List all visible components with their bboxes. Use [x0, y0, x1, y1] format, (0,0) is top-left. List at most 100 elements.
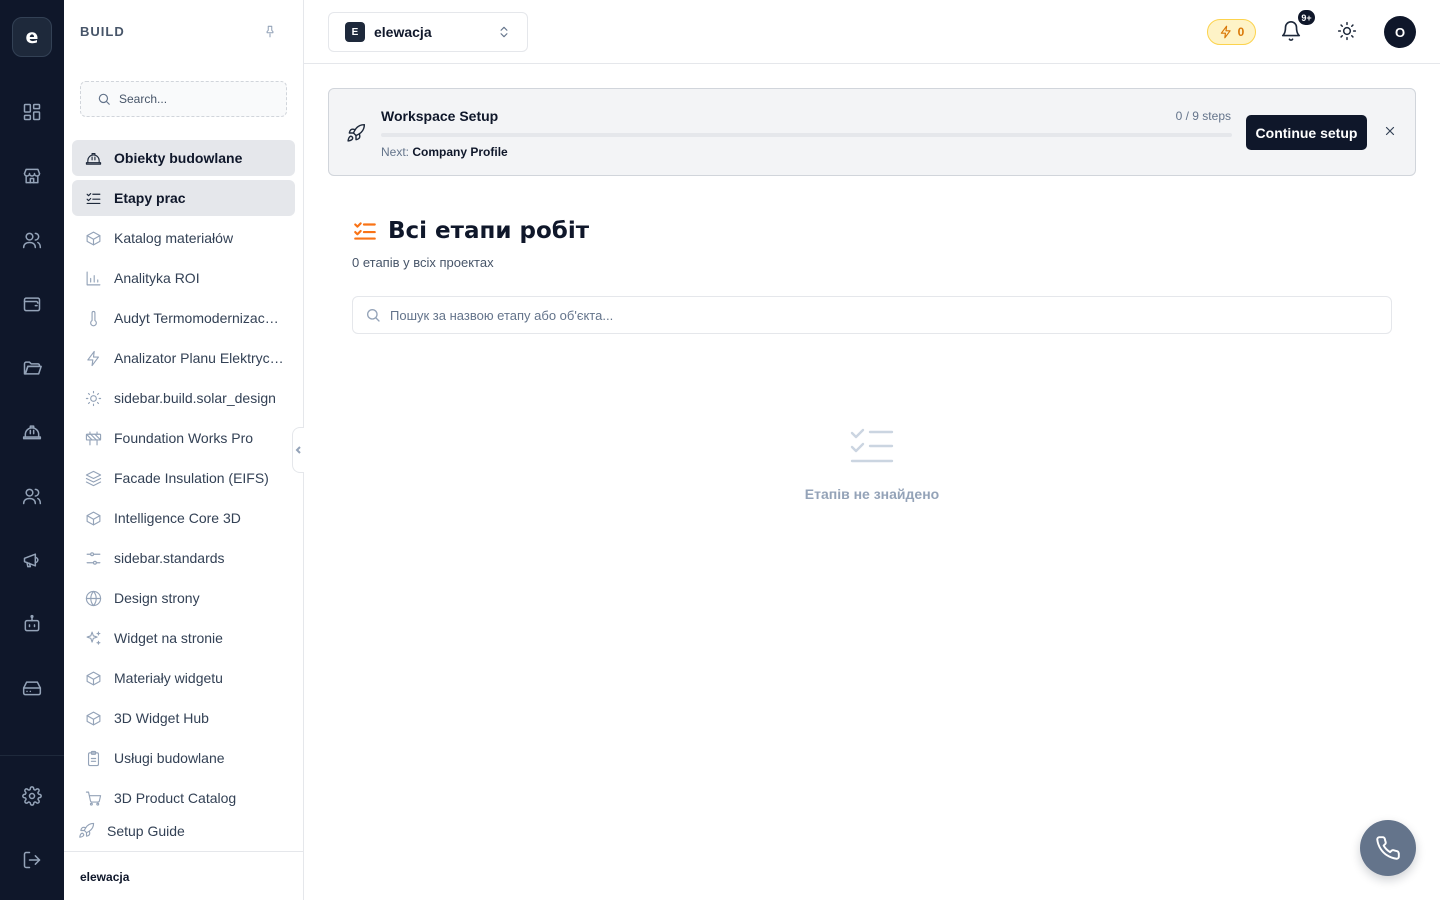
page-header: Всі етапи робіт	[352, 218, 589, 244]
sliders-icon	[84, 549, 102, 567]
sidebar-item-label: Audyt Termomodernizacyjny	[114, 310, 284, 326]
sidebar-item-audyt-termomodernizacyjny[interactable]: Audyt Termomodernizacyjny	[72, 300, 295, 336]
sidebar-item-label: Etapy prac	[114, 190, 186, 206]
sidebar-item-label: Facade Insulation (EIFS)	[114, 470, 269, 486]
sidebar: BUILD Obiekty budowlane Etapy prac Katal…	[64, 0, 304, 900]
hardhat-icon[interactable]	[20, 420, 44, 444]
sidebar-item-analizator-planu-elektrycznego[interactable]: Analizator Planu Elektrycznego	[72, 340, 295, 376]
list-checks-icon	[84, 189, 102, 207]
folder-icon[interactable]	[20, 356, 44, 380]
close-icon[interactable]	[1383, 124, 1399, 140]
bot-icon[interactable]	[20, 612, 44, 636]
page-subtitle: 0 етапів у всіх проектах	[352, 255, 494, 270]
credits-badge[interactable]: 0	[1207, 19, 1256, 45]
sidebar-item-3d-product-catalog[interactable]: 3D Product Catalog	[72, 780, 295, 816]
rocket-icon	[346, 123, 366, 143]
zap-icon	[84, 349, 102, 367]
sidebar-collapse-handle[interactable]	[292, 427, 304, 473]
stages-search[interactable]	[352, 296, 1392, 334]
rocket-icon	[79, 822, 95, 838]
sidebar-item-intelligence-core-3d[interactable]: Intelligence Core 3D	[72, 500, 295, 536]
top-header: E elewacja 0 9+ O	[304, 0, 1440, 64]
list-checks-icon	[354, 222, 376, 240]
logout-icon[interactable]	[20, 848, 44, 872]
sidebar-search-input[interactable]	[119, 92, 269, 106]
app-logo[interactable]: e	[12, 17, 52, 57]
workspace-badge: E	[345, 22, 365, 42]
sidebar-item-materialy-widgetu[interactable]: Materiały widgetu	[72, 660, 295, 696]
box-icon	[84, 229, 102, 247]
setup-guide-label: Setup Guide	[107, 822, 185, 839]
store-icon[interactable]	[20, 164, 44, 188]
empty-state: Етапів не знайдено	[772, 426, 972, 502]
sidebar-item-widget-na-stronie[interactable]: Widget na stronie	[72, 620, 295, 656]
sun-icon	[84, 389, 102, 407]
banner-steps-count: 0 / 9 steps	[1175, 109, 1231, 123]
sidebar-item-label: Foundation Works Pro	[114, 430, 254, 446]
box-icon	[84, 509, 102, 527]
box-icon	[84, 709, 102, 727]
dashboard-icon[interactable]	[20, 100, 44, 124]
stages-search-input[interactable]	[390, 307, 1290, 323]
cart-icon	[84, 789, 102, 807]
rail-divider	[0, 755, 64, 756]
sidebar-item-standards[interactable]: sidebar.standards	[72, 540, 295, 576]
drive-icon[interactable]	[20, 676, 44, 700]
wallet-icon[interactable]	[20, 292, 44, 316]
sidebar-item-label: 3D Product Catalog	[114, 790, 237, 806]
next-step-name: Company Profile	[412, 145, 508, 159]
bar-chart-icon	[84, 269, 102, 287]
sidebar-item-label: Obiekty budowlane	[114, 150, 243, 166]
settings-icon[interactable]	[20, 784, 44, 808]
workspace-selector[interactable]: E elewacja	[328, 12, 528, 52]
sidebar-item-etapy-prac[interactable]: Etapy prac	[72, 180, 295, 216]
sidebar-item-uslugi-budowlane[interactable]: Usługi budowlane	[72, 740, 295, 776]
sidebar-item-design-strony[interactable]: Design strony	[72, 580, 295, 616]
sidebar-item-label: Analizator Planu Elektrycznego	[114, 350, 284, 366]
empty-state-text: Етапів не знайдено	[804, 486, 940, 502]
sidebar-item-solar-design[interactable]: sidebar.build.solar_design	[72, 380, 295, 416]
sidebar-item-analityka-roi[interactable]: Analityka ROI	[72, 260, 295, 296]
banner-title: Workspace Setup	[381, 108, 499, 124]
sidebar-title: BUILD	[80, 24, 125, 39]
sidebar-item-facade-insulation[interactable]: Facade Insulation (EIFS)	[72, 460, 295, 496]
sidebar-item-label: Usługi budowlane	[114, 750, 225, 766]
sun-icon[interactable]	[1337, 21, 1359, 43]
thermometer-icon	[84, 309, 102, 327]
sidebar-item-label: 3D Widget Hub	[114, 710, 209, 726]
search-icon	[367, 309, 380, 322]
clipboard-icon	[84, 749, 102, 767]
layers-icon	[84, 469, 102, 487]
continue-setup-button[interactable]: Continue setup	[1246, 115, 1367, 150]
sidebar-item-label: Intelligence Core 3D	[114, 510, 241, 526]
sidebar-item-label: Widget na stronie	[114, 630, 223, 646]
users-icon[interactable]	[20, 228, 44, 252]
next-prefix: Next:	[381, 145, 410, 159]
sidebar-item-label: Analityka ROI	[114, 270, 200, 286]
workspace-setup-banner: Workspace Setup 0 / 9 steps Next: Compan…	[328, 88, 1416, 176]
setup-guide-link[interactable]: Setup Guide	[78, 822, 185, 839]
icon-rail: e	[0, 0, 64, 900]
notification-count-badge: 9+	[1297, 9, 1316, 26]
sidebar-item-label: sidebar.build.solar_design	[114, 390, 276, 406]
sparkles-icon	[84, 629, 102, 647]
sidebar-item-label: Materiały widgetu	[114, 670, 223, 686]
globe-icon	[84, 589, 102, 607]
pin-icon[interactable]	[263, 24, 279, 40]
sidebar-item-foundation-works-pro[interactable]: Foundation Works Pro	[72, 420, 295, 456]
sidebar-item-3d-widget-hub[interactable]: 3D Widget Hub	[72, 700, 295, 736]
user-avatar[interactable]: O	[1384, 16, 1416, 48]
workspace-name: elewacja	[374, 24, 432, 40]
banner-next-step: Next: Company Profile	[381, 145, 508, 159]
sidebar-item-katalog-materialow[interactable]: Katalog materiałów	[72, 220, 295, 256]
chevrons-up-down-icon	[497, 25, 511, 39]
team-icon[interactable]	[20, 484, 44, 508]
list-checks-icon	[850, 428, 894, 463]
page-title: Всі етапи робіт	[388, 218, 590, 244]
megaphone-icon[interactable]	[20, 548, 44, 572]
credits-count: 0	[1237, 25, 1245, 39]
sidebar-item-obiekty-budowlane[interactable]: Obiekty budowlane	[72, 140, 295, 176]
sidebar-search[interactable]	[80, 81, 287, 117]
setup-progress-bar	[381, 133, 1232, 137]
phone-call-button[interactable]	[1360, 820, 1416, 876]
